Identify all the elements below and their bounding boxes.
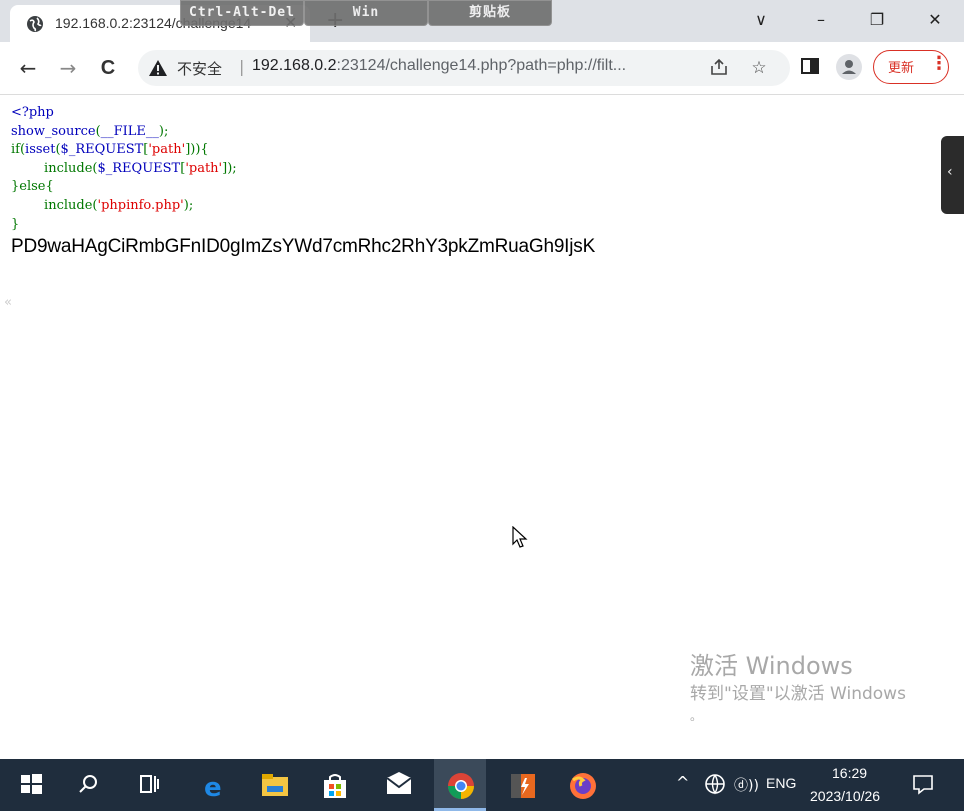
security-label[interactable]: 不安全 xyxy=(177,58,222,79)
edge-icon: e xyxy=(204,773,222,800)
store-button[interactable] xyxy=(308,759,360,811)
clipboard-button[interactable]: 剪贴板 xyxy=(428,0,552,26)
task-view-icon xyxy=(140,775,159,793)
php-source-code: <?php show_source(__FILE__); if(isset($_RE… xyxy=(11,104,237,234)
title-bar: 192.168.0.2:23124/challenge14 ✕ + Ctrl-A… xyxy=(0,0,964,42)
mail-button[interactable] xyxy=(372,759,424,811)
source-token: if( xyxy=(11,142,26,158)
address-separator: | xyxy=(239,57,245,76)
burp-icon xyxy=(511,774,535,798)
source-line: include($_REQUEST['path']); xyxy=(11,160,237,179)
chrome-icon xyxy=(447,773,475,800)
page-content: <?php show_source(__FILE__); if(isset($_RE… xyxy=(0,95,964,759)
search-icon xyxy=(79,775,97,793)
update-button[interactable]: 更新 ⋮ xyxy=(873,50,949,84)
side-panel-toggle[interactable]: ‹ xyxy=(941,136,964,214)
source-line: include('phpinfo.php'); xyxy=(11,197,237,216)
edge-taskbar-button[interactable]: e xyxy=(188,759,240,811)
volume-icon[interactable]: ⓓ)) xyxy=(734,775,759,795)
search-button[interactable] xyxy=(64,759,116,811)
firefox-icon xyxy=(570,773,596,799)
ctrl-alt-del-button[interactable]: Ctrl-Alt-Del xyxy=(180,0,304,26)
source-token: 'path' xyxy=(185,160,223,176)
close-window-button[interactable]: ✕ xyxy=(920,8,950,32)
source-token: ); xyxy=(158,123,169,139)
include-output-text: PD9waHAgCiRmbGFnID0gImZsYWd7cmRhc2RhY3pk… xyxy=(11,236,596,257)
clock-time[interactable]: 16:29 xyxy=(832,765,867,781)
back-button[interactable]: ← xyxy=(16,56,40,80)
windows-taskbar: e ^ ⓓ)) ENG 16:29 2023/10/26 xyxy=(0,759,964,811)
network-icon[interactable] xyxy=(704,773,726,795)
show-hidden-icons-button[interactable]: ^ xyxy=(676,773,689,792)
source-line: show_source(__FILE__); xyxy=(11,123,237,142)
source-token: ])){ xyxy=(185,142,209,158)
bookmark-star-icon[interactable]: ☆ xyxy=(748,57,770,79)
collapse-chevron-icon: « xyxy=(4,295,12,310)
activation-watermark-title: 激活 Windows xyxy=(690,652,853,680)
task-view-button[interactable] xyxy=(124,759,176,811)
input-language[interactable]: ENG xyxy=(766,775,796,791)
reload-button[interactable]: C xyxy=(96,56,120,80)
source-token: <?php xyxy=(11,105,54,120)
tab-search-icon[interactable]: ∨ xyxy=(746,8,776,32)
source-token: 'phpinfo.php' xyxy=(97,197,184,213)
chrome-taskbar-button[interactable] xyxy=(434,759,486,811)
source-line: }else{ xyxy=(11,178,237,197)
browser-toolbar: ← → C 不安全 | 192.168.0.2:23124/challenge1… xyxy=(0,42,964,95)
source-token: $_REQUEST xyxy=(97,160,181,176)
profile-avatar[interactable] xyxy=(836,54,862,80)
source-token: }else{ xyxy=(11,179,54,195)
file-explorer-button[interactable] xyxy=(248,759,300,811)
source-token: $_REQUEST xyxy=(60,142,144,158)
person-icon xyxy=(842,60,856,74)
url-text[interactable]: 192.168.0.2:23124/challenge14.php?path=p… xyxy=(252,57,626,75)
activation-watermark-dot: 。 xyxy=(690,709,703,723)
win-key-button[interactable]: Win xyxy=(304,0,428,26)
source-token: } xyxy=(11,216,20,232)
mouse-cursor-icon xyxy=(512,526,528,548)
restore-button[interactable]: ❐ xyxy=(862,8,892,32)
burp-suite-button[interactable] xyxy=(496,759,548,811)
mail-icon xyxy=(386,772,412,794)
url-host: 192.168.0.2 xyxy=(252,57,337,74)
source-token: ); xyxy=(183,197,194,213)
start-button[interactable] xyxy=(6,759,58,811)
source-token: include( xyxy=(11,197,98,213)
source-token: include( xyxy=(11,160,98,176)
source-line: <?php xyxy=(11,104,237,123)
chevron-left-icon: ‹ xyxy=(947,164,953,180)
globe-icon xyxy=(27,16,43,32)
source-token: show_source xyxy=(11,123,96,139)
source-token: __FILE__ xyxy=(100,123,159,139)
clock-date[interactable]: 2023/10/26 xyxy=(810,788,880,804)
share-glyph-icon xyxy=(711,58,727,75)
svg-text:e: e xyxy=(204,773,222,800)
source-token: ]); xyxy=(222,160,237,176)
source-line: if(isset($_REQUEST['path'])){ xyxy=(11,141,237,160)
windows-logo-icon xyxy=(21,774,42,794)
activation-watermark-subtitle: 转到"设置"以激活 Windows xyxy=(690,684,906,704)
menu-icon[interactable]: ⋮ xyxy=(930,53,948,74)
source-line: } xyxy=(11,216,237,235)
warning-icon[interactable] xyxy=(148,58,168,78)
side-panel-icon[interactable] xyxy=(798,56,822,80)
update-label: 更新 xyxy=(888,61,915,76)
notifications-icon[interactable] xyxy=(912,773,934,795)
address-bar[interactable]: 不安全 | 192.168.0.2:23124/challenge14.php?… xyxy=(138,50,790,86)
folder-icon xyxy=(262,774,288,796)
source-token: 'path' xyxy=(148,142,186,158)
source-token: isset xyxy=(25,142,56,158)
side-panel-glyph-icon xyxy=(801,58,819,74)
share-icon[interactable] xyxy=(708,57,730,79)
store-bag-icon xyxy=(324,774,346,798)
minimize-button[interactable]: – xyxy=(806,8,836,32)
url-path: :23124/challenge14.php?path=php://filt..… xyxy=(336,57,627,74)
forward-button[interactable]: → xyxy=(56,56,80,80)
firefox-button[interactable] xyxy=(556,759,608,811)
